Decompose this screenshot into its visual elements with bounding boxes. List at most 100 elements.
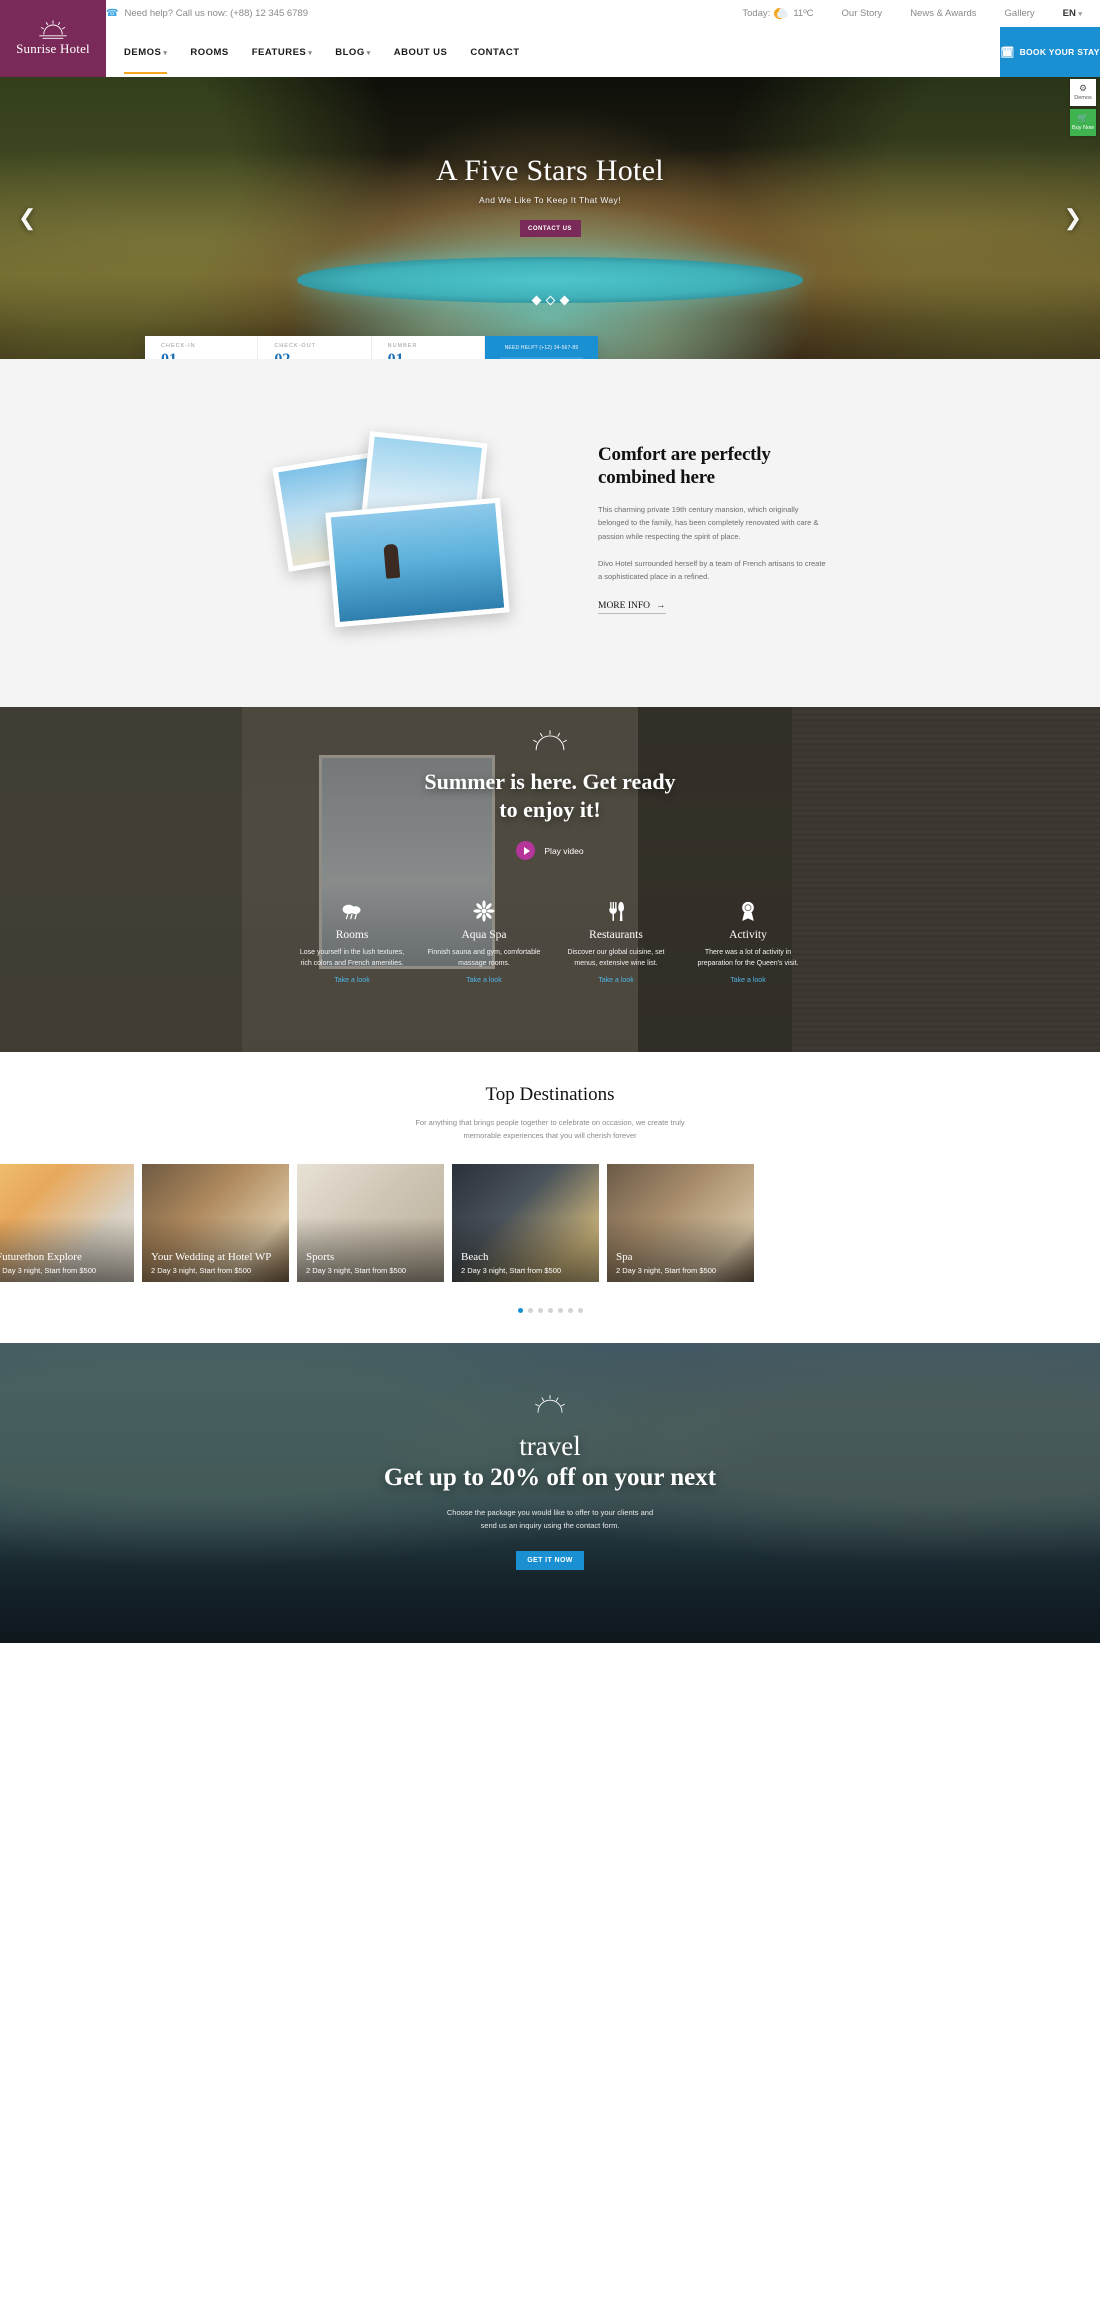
feature-title: Rooms <box>335 929 369 941</box>
destination-card[interactable]: Your Wedding at Hotel WP 2 Day 3 night, … <box>142 1164 289 1283</box>
play-video-button[interactable]: Play video <box>0 841 1100 860</box>
nav-item-contact[interactable]: CONTACT <box>470 47 519 58</box>
cart-icon: 🛒 <box>1077 112 1089 123</box>
chevron-down-icon[interactable]: ▾ <box>468 358 472 359</box>
more-info-label: MORE INFO <box>598 600 650 611</box>
slider-prev-button[interactable]: ❮ <box>18 205 36 231</box>
destinations-heading: Top Destinations <box>485 1084 615 1105</box>
destinations-subheading: For anything that brings people together… <box>415 1118 685 1141</box>
collage-photo-3 <box>325 497 510 628</box>
site-header: Sunrise Hotel DEMOS ▾ ROOMS FEATURES ▾ BLO… <box>0 0 1100 136</box>
feature-link[interactable]: Take a look <box>598 977 633 984</box>
slider-dot-2[interactable] <box>545 295 555 306</box>
card-subtitle: 2 Day 3 night, Start from $500 <box>616 1266 717 1276</box>
summer-heading-line-2: to enjoy it! <box>499 796 601 822</box>
card-title: Sports <box>306 1251 335 1264</box>
flower-icon <box>426 898 542 922</box>
topbar-link-gallery[interactable]: Gallery <box>1005 8 1035 19</box>
feature-title: Aqua Spa <box>461 929 507 941</box>
nav-item-demos[interactable]: DEMOS ▾ <box>124 47 168 74</box>
checkout-day: 02. <box>274 351 294 359</box>
feature-aqua-spa: Aqua Spa Finnish sauna and gym, comforta… <box>426 898 542 987</box>
slider-dot-3[interactable] <box>559 295 569 306</box>
feature-description: Lose yourself in the lush textures, rich… <box>299 949 405 968</box>
feature-link[interactable]: Take a look <box>466 977 501 984</box>
logo-text: Sunrise Hotel <box>16 41 90 56</box>
comfort-paragraph-2: Divo Hotel surrounded herself by a team … <box>598 558 826 581</box>
logo[interactable]: Sunrise Hotel <box>0 0 106 77</box>
summer-heading-line-1: Summer is here. Get ready <box>424 769 676 794</box>
booking-bar: CHECK-IN 01. Nov. 2021 ⟶ CHECK-OUT 02. N… <box>145 336 598 359</box>
feature-title: Restaurants <box>589 929 643 941</box>
slider-dots <box>0 295 1100 306</box>
hero-slider: A Five Stars Hotel And We Like To Keep I… <box>0 77 1100 359</box>
nav-item-rooms[interactable]: ROOMS <box>190 47 228 58</box>
phone-icon: ☎ <box>106 8 119 19</box>
buy-now-widget-button[interactable]: 🛒 Buy Now <box>1070 108 1096 136</box>
top-destinations-section: Top Destinations For anything that bring… <box>0 1052 1100 1344</box>
get-it-now-button[interactable]: GET IT NOW <box>516 1550 584 1570</box>
side-widgets: ⚙ Demos 🛒 Buy Now <box>1070 79 1096 136</box>
card-subtitle: 2 Day 3 night, Start from $500 <box>0 1266 97 1276</box>
destination-card[interactable]: Spa 2 Day 3 night, Start from $500 <box>607 1164 754 1283</box>
calendar-check-icon: 🗓 <box>1000 46 1015 59</box>
comfort-section: Comfort are perfectly combined here This… <box>0 359 1100 707</box>
travel-offer-section: travel Get up to 20% off on your next Ch… <box>0 1343 1100 1644</box>
hero-contact-us-button[interactable]: CONTACT US <box>519 220 581 237</box>
chevron-down-icon[interactable]: ▾ <box>355 358 359 359</box>
temperature-value: 11ºC <box>793 8 814 19</box>
destination-card[interactable]: Beach 2 Day 3 night, Start from $500 <box>452 1164 599 1283</box>
booking-help-text: NEED HELP? (+12) 34-567-89 <box>504 345 579 351</box>
demos-widget-button[interactable]: ⚙ Demos <box>1070 79 1096 106</box>
pagination-dot-5[interactable] <box>557 1308 563 1314</box>
slider-dot-1[interactable] <box>531 295 541 306</box>
feature-link[interactable]: Take a look <box>730 977 765 984</box>
pagination-dot-7[interactable] <box>577 1308 583 1314</box>
language-selector[interactable]: EN ▾ <box>1063 8 1082 19</box>
comfort-paragraph-1: This charming private 19th century mansi… <box>598 505 819 541</box>
destination-card[interactable]: Sports 2 Day 3 night, Start from $500 <box>297 1164 444 1283</box>
sunrise-icon <box>36 20 70 40</box>
checkin-field[interactable]: CHECK-IN 01. Nov. 2021 ⟶ <box>145 336 259 359</box>
check-availability-button[interactable]: Check Availability <box>499 357 584 359</box>
card-subtitle: 2 Day 3 night, Start from $500 <box>151 1266 252 1276</box>
cutlery-icon <box>558 898 674 922</box>
slider-next-button[interactable]: ❯ <box>1064 205 1082 231</box>
feature-link[interactable]: Take a look <box>334 977 369 984</box>
card-subtitle: 2 Day 3 night, Start from $500 <box>306 1266 407 1276</box>
pagination-dot-4[interactable] <box>547 1308 553 1314</box>
more-info-link[interactable]: MORE INFO → <box>598 601 666 614</box>
book-your-stay-button[interactable]: 🗓 BOOK YOUR STAY <box>1000 27 1100 77</box>
nav-item-blog[interactable]: BLOG ▾ <box>335 47 370 58</box>
check-availability-panel: NEED HELP? (+12) 34-567-89 Check Availab… <box>484 336 598 359</box>
play-icon <box>516 841 536 860</box>
pagination-dot-2[interactable] <box>527 1308 533 1314</box>
destination-card[interactable]: Futurethon Explore 2 Day 3 night, Start … <box>0 1164 134 1283</box>
main-navigation: DEMOS ▾ ROOMS FEATURES ▾ BLOG ▾ ABOUT US CO… <box>0 27 1100 77</box>
cloud-rain-icon <box>294 898 410 922</box>
gear-icon: ⚙ <box>1078 83 1088 93</box>
top-bar: ☎ Need help? Call us now: (+88) 12 345 6… <box>0 0 1100 27</box>
nav-item-about-us[interactable]: ABOUT US <box>394 47 448 58</box>
guests-field[interactable]: NUMBER 01 Guests ▾ <box>372 336 485 359</box>
comfort-heading: Comfort are perfectly combined here <box>598 444 771 489</box>
card-title: Spa <box>616 1251 633 1264</box>
topbar-link-news-awards[interactable]: News & Awards <box>910 8 976 19</box>
feature-restaurants: Restaurants Discover our global cuisine,… <box>558 898 674 987</box>
topbar-link-our-story[interactable]: Our Story <box>842 8 883 19</box>
pagination-dot-3[interactable] <box>537 1308 543 1314</box>
pagination-dot-1[interactable] <box>517 1308 523 1314</box>
travel-word: travel <box>519 1431 581 1462</box>
feature-title: Activity <box>729 929 767 941</box>
feature-description: Discover our global cuisine, set menus, … <box>567 949 665 968</box>
checkout-field[interactable]: CHECK-OUT 02. Nov. 2021 ▾ <box>258 336 372 359</box>
hero-title: A Five Stars Hotel <box>436 154 664 187</box>
pagination-dot-6[interactable] <box>567 1308 573 1314</box>
comfort-photo-collage <box>272 431 572 637</box>
checkin-label: CHECK-IN <box>161 343 196 349</box>
card-title: Futurethon Explore <box>0 1251 82 1264</box>
weather-widget: Today: 11ºC <box>742 7 814 21</box>
card-title: Beach <box>461 1251 489 1264</box>
nav-item-features[interactable]: FEATURES ▾ <box>252 47 313 58</box>
help-text: Need help? Call us now: (+88) 12 345 678… <box>124 8 308 19</box>
